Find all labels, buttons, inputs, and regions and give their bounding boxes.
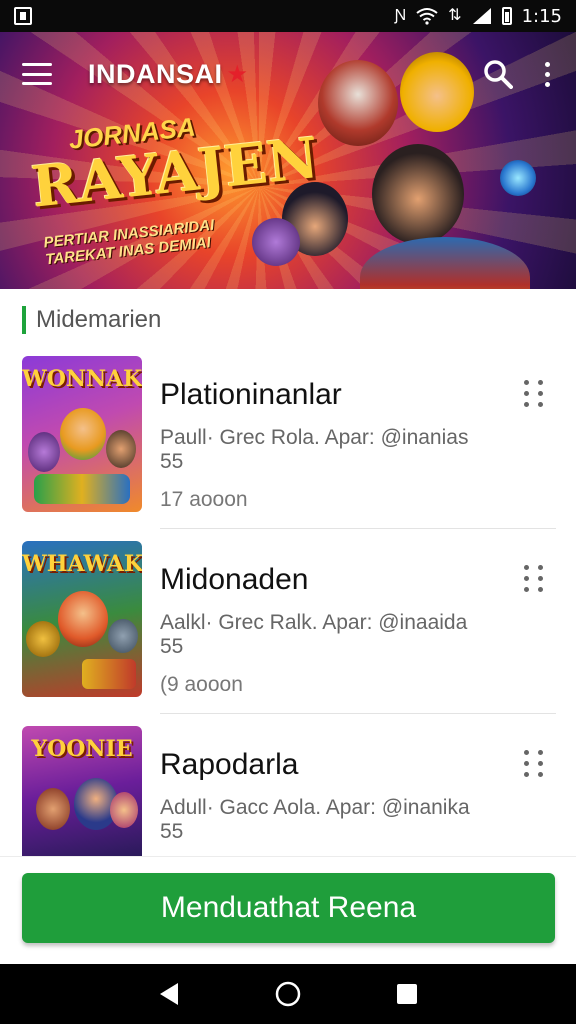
game-description-line: 55 (160, 635, 184, 658)
game-description-line: Aalkl· Grec Ralk. Apar: @inaaida (160, 611, 468, 634)
game-thumbnail: YOONIE (22, 726, 142, 856)
thumbnail-title: WONNAK (22, 366, 142, 392)
game-title: Rapodarla (160, 748, 299, 781)
hero-banner[interactable]: INDANSAI ★ JORNASA RAYAJEN PERTIAR INASS… (0, 32, 576, 289)
item-menu-icon[interactable] (520, 748, 548, 778)
system-nav-bar (0, 964, 576, 1024)
game-description: Aalkl· Grec Ralk. Apar: @inaaida 55 (160, 611, 510, 659)
hero-figure-bearded (372, 144, 464, 244)
game-thumbnail: WONNAK (22, 356, 142, 512)
divider (160, 528, 556, 529)
divider (160, 713, 556, 714)
game-title: Plationinanlar (160, 378, 342, 411)
game-description-line: Adull· Gacc Aola. Apar: @inanika (160, 796, 470, 819)
menu-icon[interactable] (22, 63, 52, 85)
overflow-menu-icon[interactable] (540, 54, 554, 94)
section-header: Midemarien (22, 304, 161, 336)
back-icon[interactable] (149, 974, 189, 1014)
battery-icon (501, 7, 512, 25)
item-menu-icon[interactable] (520, 378, 548, 408)
bottom-action-area: Menduathat Reena (0, 856, 576, 964)
game-description: Adull· Gacc Aola. Apar: @inanika 55 (160, 796, 510, 844)
item-menu-icon[interactable] (520, 563, 548, 593)
section-label: Midemarien (36, 306, 162, 333)
list-item[interactable]: YOONIE Rapodarla Adull· Gacc Aola. Apar:… (0, 726, 576, 856)
game-description: Paull· Grec Rola. Apar: @inanias 55 (160, 426, 510, 474)
star-logo-icon: ★ (226, 60, 249, 88)
data-sync-icon: ⇅ (448, 7, 462, 24)
primary-action-button[interactable]: Menduathat Reena (22, 873, 555, 943)
status-icons: Ɲ ⇅ 1:15 (395, 6, 562, 27)
hero-orb (500, 160, 536, 196)
status-bar: Ɲ ⇅ 1:15 (0, 0, 576, 32)
hero-figure-purple (252, 218, 300, 266)
signal-icon (472, 8, 491, 24)
game-meta: (9 aooon (160, 673, 243, 696)
game-thumbnail: WHAWAK (22, 541, 142, 697)
list-item[interactable]: WONNAK Plationinanlar Paull· Grec Rola. … (0, 356, 576, 541)
wifi-icon (416, 8, 438, 25)
home-icon[interactable] (268, 974, 308, 1014)
search-icon[interactable] (478, 54, 518, 94)
notification-icon (14, 7, 32, 25)
recents-icon[interactable] (387, 974, 427, 1014)
game-description-line: 55 (160, 450, 184, 473)
app-title: INDANSAI (88, 58, 223, 89)
list-item[interactable]: WHAWAK Midonaden Aalkl· Grec Ralk. Apar:… (0, 541, 576, 726)
status-time: 1:15 (521, 5, 562, 27)
thumbnail-title: YOONIE (31, 736, 133, 762)
section-accent-bar (22, 306, 26, 334)
app-bar: INDANSAI ★ (0, 32, 576, 116)
game-title: Midonaden (160, 563, 309, 596)
thumbnail-title: WHAWAK (22, 551, 142, 577)
game-description-line: 55 (160, 820, 184, 843)
game-description-line: Paull· Grec Rola. Apar: @inanias (160, 426, 469, 449)
nfc-icon: Ɲ (394, 7, 407, 24)
game-meta: 17 aooon (160, 488, 248, 511)
